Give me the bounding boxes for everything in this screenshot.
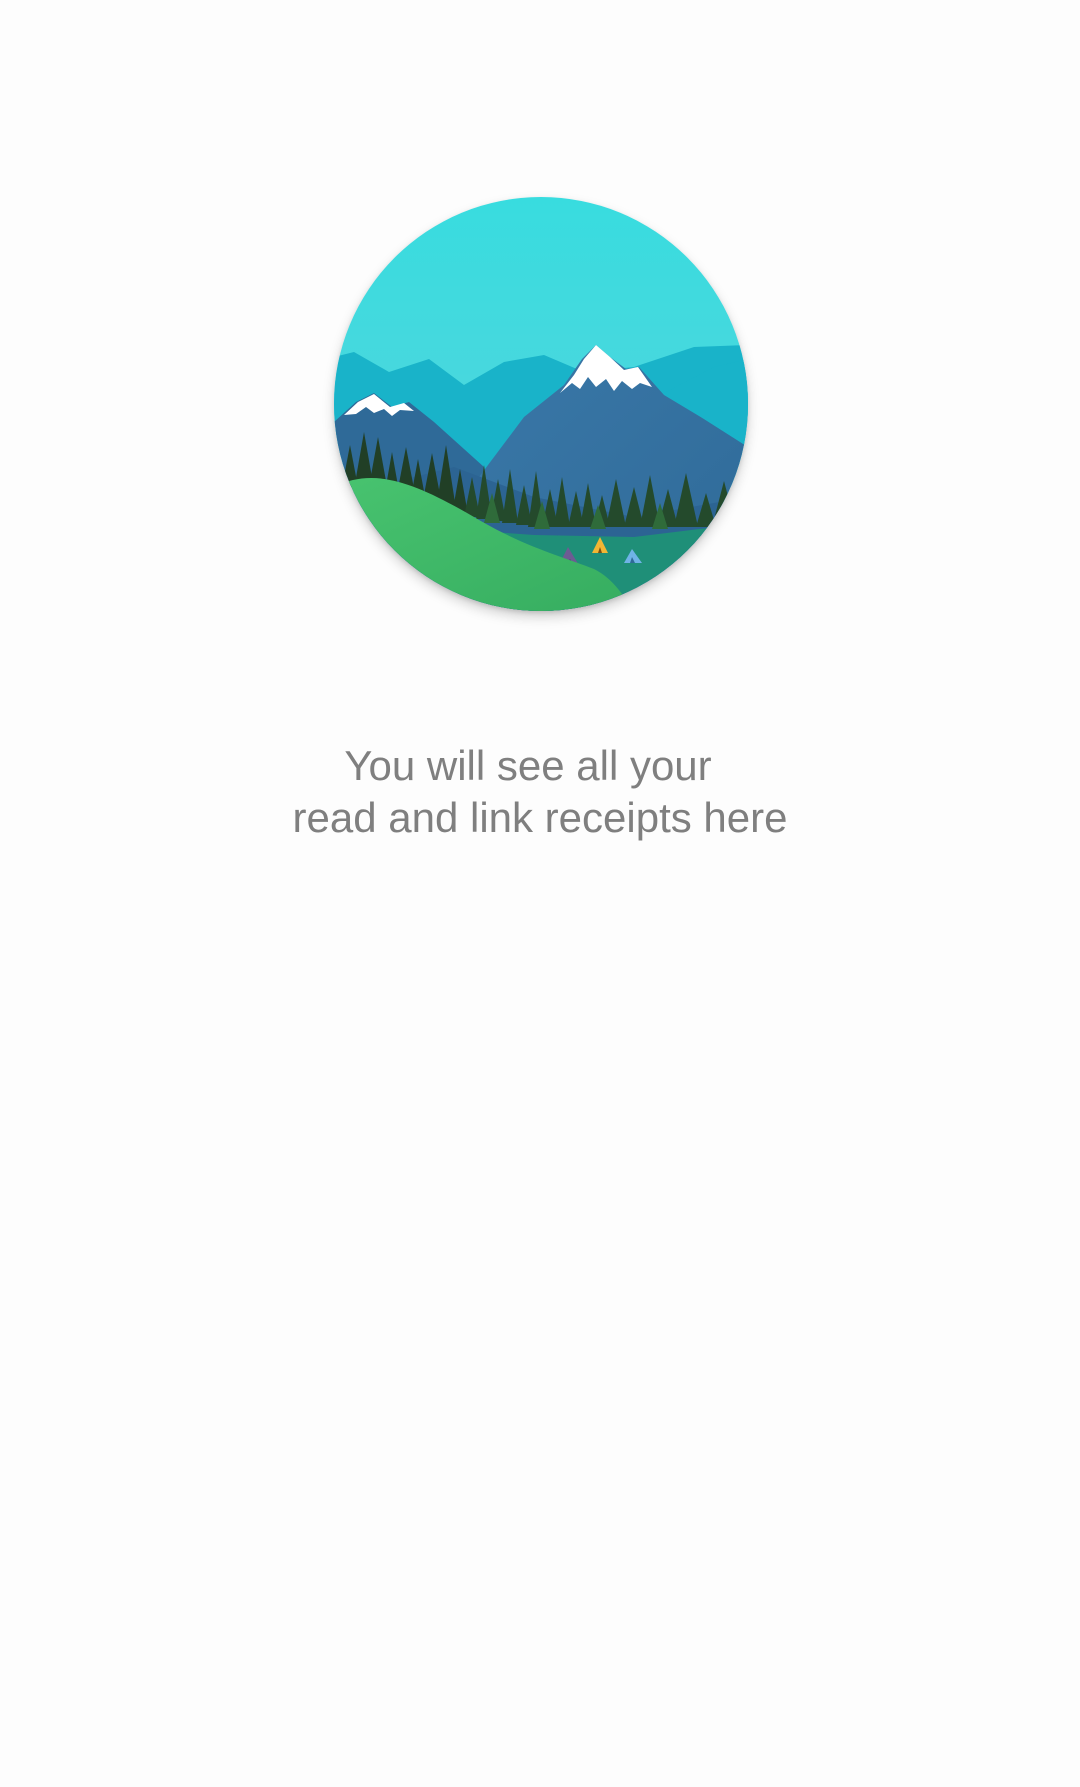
empty-state-message: You will see all your read and link rece…	[0, 740, 1080, 844]
empty-state-illustration	[334, 197, 748, 611]
empty-state-message-line1: You will see all your	[344, 742, 712, 789]
empty-state-message-line2: read and link receipts here	[292, 794, 788, 841]
mountain-landscape-icon	[334, 197, 748, 611]
